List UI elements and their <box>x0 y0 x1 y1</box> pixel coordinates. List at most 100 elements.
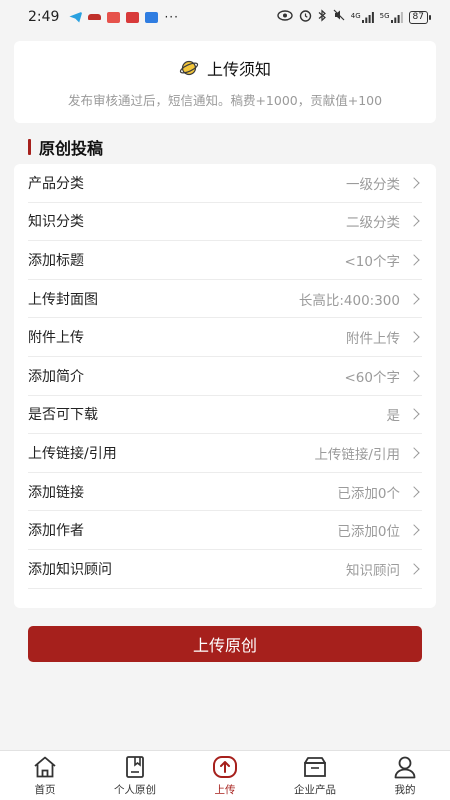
row-label: 附件上传 <box>28 330 84 347</box>
row-right: 知识顾问 <box>346 559 422 579</box>
status-bar-left: 2:49 ··· <box>28 9 179 25</box>
tab-label: 个人原创 <box>114 783 156 796</box>
row-value: 已添加0位 <box>337 524 400 541</box>
box-icon <box>302 755 328 779</box>
form-row-attachment[interactable]: 附件上传 附件上传 <box>28 318 422 357</box>
row-label: 是否可下载 <box>28 407 98 424</box>
signal-4g-icon: 4G <box>350 11 374 23</box>
browser-app-icon <box>145 11 159 23</box>
tab-home[interactable]: 首页 <box>0 755 90 797</box>
chevron-right-icon <box>408 370 420 382</box>
chevron-right-icon <box>408 563 420 575</box>
row-value: 知识顾问 <box>346 562 400 579</box>
notice-title-row: 上传须知 <box>179 56 271 80</box>
section-accent-bar <box>28 139 31 155</box>
row-right: 二级分类 <box>346 211 422 231</box>
more-notifications-icon: ··· <box>164 10 179 24</box>
tab-label: 上传 <box>214 783 236 796</box>
row-right: 上传链接/引用 <box>314 443 422 463</box>
home-icon <box>32 755 58 779</box>
form-row-summary[interactable]: 添加简介 <60个字 <box>28 357 422 396</box>
row-right: 已添加0位 <box>337 520 422 540</box>
row-value: 是 <box>386 408 401 425</box>
tab-label: 我的 <box>394 783 416 796</box>
video-app-icon <box>126 11 140 23</box>
row-value: <60个字 <box>344 369 401 386</box>
row-value: 一级分类 <box>346 176 400 193</box>
form-row-add-link[interactable]: 添加链接 已添加0个 <box>28 473 422 512</box>
section-title: 原创投稿 <box>39 139 104 158</box>
row-label: 添加链接 <box>28 484 84 501</box>
tab-personal-original[interactable]: 个人原创 <box>90 755 180 797</box>
signal-5g-icon: 5G <box>379 11 403 23</box>
car-icon <box>88 14 102 20</box>
row-right: 是 <box>387 404 423 424</box>
chevron-right-icon <box>408 408 420 421</box>
row-label: 添加标题 <box>28 252 84 269</box>
form-row-product-category[interactable]: 产品分类 一级分类 <box>28 164 422 203</box>
chevron-right-icon <box>408 524 420 536</box>
bottom-tab-bar: 首页 个人原创 上传 企业产品 我的 <box>0 750 450 800</box>
form-row-upload-link[interactable]: 上传链接/引用 上传链接/引用 <box>28 434 422 473</box>
form-row-add-author[interactable]: 添加作者 已添加0位 <box>28 511 422 550</box>
chevron-right-icon <box>408 447 420 459</box>
status-bar-right: 4G 5G 87 <box>277 9 432 26</box>
row-value: 附件上传 <box>346 331 400 348</box>
row-right: 已添加0个 <box>337 482 422 502</box>
row-value: <10个字 <box>344 253 401 270</box>
upload-original-button[interactable]: 上传原创 <box>28 626 422 662</box>
row-label: 知识分类 <box>28 214 84 231</box>
document-icon <box>122 755 148 779</box>
form-row-title[interactable]: 添加标题 <10个字 <box>28 241 422 280</box>
tab-mine[interactable]: 我的 <box>360 755 450 797</box>
row-label: 添加简介 <box>28 368 84 385</box>
upload-icon <box>212 755 238 779</box>
tab-label: 首页 <box>34 783 56 796</box>
planet-icon <box>179 59 199 77</box>
notice-text: 发布审核通过后，短信通知。稿费+1000，贡献值+100 <box>67 92 383 108</box>
row-value: 上传链接/引用 <box>314 446 400 463</box>
chevron-right-icon <box>408 215 420 228</box>
row-value: 长高比:400:300 <box>298 292 400 309</box>
status-bar: 2:49 ··· 4G 5G 87 <box>0 0 450 34</box>
submission-form: 产品分类 一级分类 知识分类 二级分类 添加标题 <10个字 上传封面图 长高比… <box>14 164 436 608</box>
mute-icon <box>333 9 345 25</box>
network-4g-label: 4G <box>350 11 361 20</box>
upload-notice-card: 上传须知 发布审核通过后，短信通知。稿费+1000，贡献值+100 <box>14 41 436 123</box>
status-time: 2:49 <box>28 9 60 25</box>
notice-title: 上传须知 <box>206 59 271 79</box>
row-label: 上传封面图 <box>28 291 98 308</box>
tab-label: 企业产品 <box>294 783 336 796</box>
row-label: 上传链接/引用 <box>28 445 117 462</box>
row-label: 产品分类 <box>28 175 84 192</box>
alarm-icon <box>299 9 312 26</box>
row-right: <60个字 <box>345 366 423 386</box>
row-right: 长高比:400:300 <box>299 289 422 309</box>
form-row-knowledge-category[interactable]: 知识分类 二级分类 <box>28 203 422 242</box>
row-right: 附件上传 <box>346 327 422 347</box>
mail-icon <box>107 11 121 23</box>
row-value: 二级分类 <box>346 215 400 232</box>
tab-enterprise-products[interactable]: 企业产品 <box>270 755 360 797</box>
form-row-add-advisor[interactable]: 添加知识顾问 知识顾问 <box>28 550 422 589</box>
battery-icon: 87 <box>408 10 432 24</box>
eye-icon <box>277 9 293 25</box>
chevron-right-icon <box>408 177 420 189</box>
row-label: 添加作者 <box>28 523 84 540</box>
form-row-downloadable[interactable]: 是否可下载 是 <box>28 396 422 435</box>
telegram-icon <box>69 11 83 23</box>
row-right: 一级分类 <box>346 173 422 193</box>
chevron-right-icon <box>408 292 420 305</box>
tab-upload[interactable]: 上传 <box>180 755 270 797</box>
row-right: <10个字 <box>345 250 423 270</box>
network-5g-label: 5G <box>379 11 390 20</box>
user-icon <box>392 755 418 779</box>
bluetooth-icon <box>318 9 327 25</box>
form-row-cover-image[interactable]: 上传封面图 长高比:400:300 <box>28 280 422 319</box>
section-header: 原创投稿 <box>28 137 104 158</box>
chevron-right-icon <box>408 254 420 266</box>
chevron-right-icon <box>408 485 420 498</box>
row-value: 已添加0个 <box>337 485 400 502</box>
chevron-right-icon <box>408 331 420 343</box>
row-label: 添加知识顾问 <box>28 561 112 578</box>
